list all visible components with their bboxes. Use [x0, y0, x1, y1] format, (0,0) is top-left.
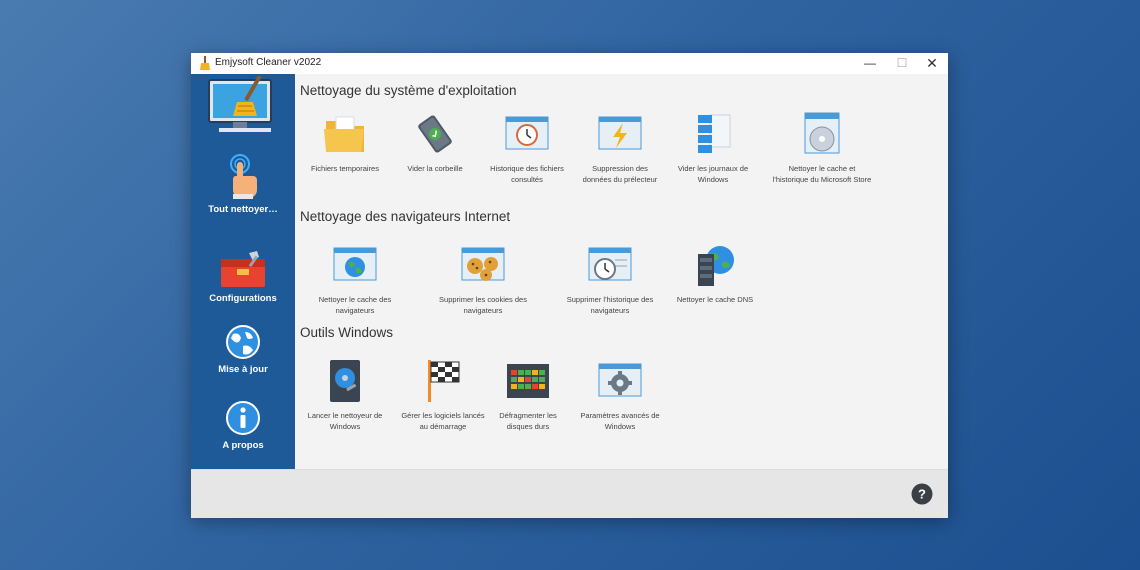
tile-label: Vider les journaux de Windows: [677, 164, 749, 184]
window-title: Emjysoft Cleaner v2022: [215, 57, 322, 68]
tile-label: Fichiers temporaires: [311, 164, 379, 173]
store-disc-icon: [804, 112, 840, 154]
dns-server-icon: [698, 246, 734, 286]
tile-journaux-windows[interactable]: Vider les journaux de Windows: [663, 111, 763, 185]
sidebar-item-configurations[interactable]: Configurations: [191, 249, 295, 304]
tile-parametres-avances[interactable]: Paramètres avancés de Windows: [570, 358, 670, 432]
gear-window-icon: [598, 363, 642, 397]
tile-label: Défragmenter les disques durs: [499, 411, 557, 431]
tile-vider-corbeille[interactable]: Vider la corbeille: [385, 111, 485, 174]
sidebar-item-label: A propos: [222, 440, 264, 451]
logs-icon: [698, 114, 731, 153]
sidebar-item-tout-nettoyer[interactable]: Tout nettoyer…: [191, 154, 295, 215]
tile-label: Historique des fichiers consultés: [490, 164, 564, 184]
tile-label: Supprimer les cookies des navigateurs: [439, 295, 527, 315]
main-content: Nettoyage du système d'exploitation Fich…: [295, 74, 948, 469]
computer-broom-logo: [208, 76, 272, 132]
tile-microsoft-store[interactable]: Nettoyer le cache et l'historique du Micr…: [767, 111, 877, 185]
tile-label: Nettoyer le cache des navigateurs: [318, 295, 392, 315]
tile-nettoyeur-windows[interactable]: Lancer le nettoyeur de Windows: [295, 358, 395, 432]
globe-window-icon: [333, 247, 377, 281]
sidebar-item-label: Configurations: [209, 293, 277, 304]
folder-icon: [324, 116, 364, 152]
title-bar: Emjysoft Cleaner v2022 — ☐ ✕: [191, 53, 948, 74]
tile-label: Suppression des données du prélecteur: [582, 164, 658, 184]
tile-label: Nettoyer le cache et l'historique du Micr…: [772, 164, 872, 184]
tile-label: Vider la corbeille: [407, 164, 463, 173]
lightning-window-icon: [598, 116, 642, 150]
sidebar-item-label: Tout nettoyer…: [208, 204, 278, 215]
tile-cookies-navigateurs[interactable]: Supprimer les cookies des navigateurs: [423, 242, 543, 316]
cookies-window-icon: [461, 247, 505, 281]
sidebar: Tout nettoyer… Configurations Mise à jou…: [191, 74, 295, 469]
info-icon: [226, 401, 260, 435]
tile-label: Lancer le nettoyeur de Windows: [307, 411, 383, 431]
app-window: Emjysoft Cleaner v2022 — ☐ ✕ Tout nettoy…: [191, 53, 948, 518]
sidebar-item-label: Mise à jour: [218, 364, 268, 375]
checkered-flag-icon: [428, 360, 460, 402]
tile-label: Paramètres avancés de Windows: [580, 411, 660, 431]
tile-defragmenter[interactable]: Défragmenter les disques durs: [478, 358, 578, 432]
sidebar-item-a-propos[interactable]: A propos: [191, 400, 295, 451]
close-button[interactable]: ✕: [916, 53, 948, 74]
section-title-browsers: Nettoyage des navigateurs Internet: [300, 209, 511, 224]
section-title-os: Nettoyage du système d'exploitation: [300, 83, 517, 98]
tile-suppression-prelecteur[interactable]: Suppression des données du prélecteur: [570, 111, 670, 185]
globe-icon: [226, 325, 260, 359]
help-icon[interactable]: ?: [911, 483, 933, 505]
toolbox-icon: [221, 251, 265, 287]
minimize-button[interactable]: —: [854, 53, 886, 74]
tile-historique-fichiers[interactable]: Historique des fichiers consultés: [477, 111, 577, 185]
clock-window-icon: [505, 116, 549, 150]
maximize-button[interactable]: ☐: [886, 53, 918, 74]
defrag-icon: [507, 364, 549, 398]
hard-drive-icon: [330, 360, 360, 402]
tile-cache-dns[interactable]: Nettoyer le cache DNS: [665, 242, 765, 305]
clock-browser-icon: [588, 247, 632, 281]
tile-label: Nettoyer le cache DNS: [676, 295, 754, 304]
tile-label: Supprimer l'historique des navigateurs: [566, 295, 654, 315]
hand-pointer-icon: [230, 154, 257, 199]
tile-fichiers-temporaires[interactable]: Fichiers temporaires: [295, 111, 395, 174]
sidebar-item-mise-a-jour[interactable]: Mise à jour: [191, 324, 295, 375]
tile-cache-navigateurs[interactable]: Nettoyer le cache des navigateurs: [300, 242, 410, 316]
tile-historique-navigateurs[interactable]: Supprimer l'historique des navigateurs: [550, 242, 670, 316]
section-title-windows-tools: Outils Windows: [300, 325, 394, 340]
footer-bar: ?: [191, 469, 948, 518]
help-label: ?: [918, 487, 926, 502]
recycle-bin-icon: [418, 115, 452, 153]
broom-icon: [200, 56, 210, 70]
